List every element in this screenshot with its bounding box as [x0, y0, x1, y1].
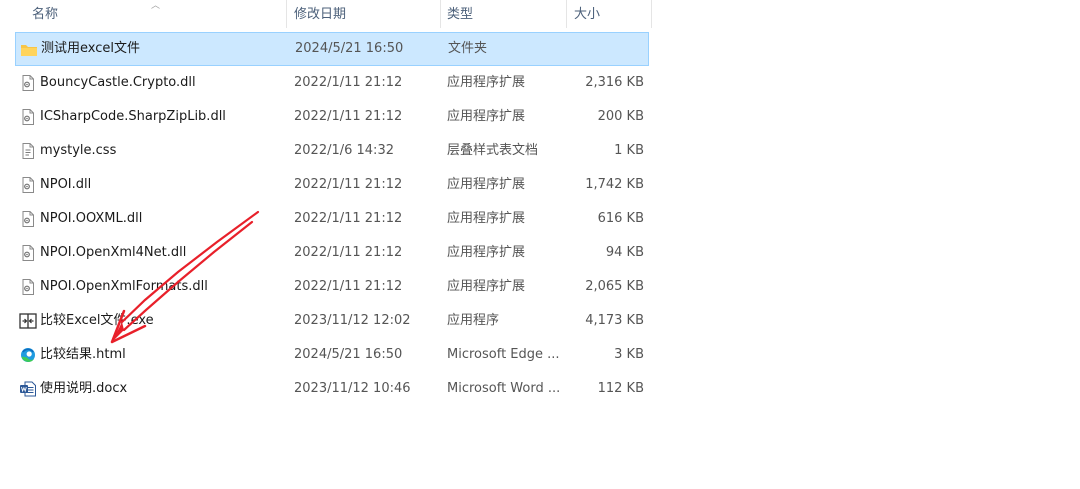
- file-size: 1 KB: [614, 143, 644, 158]
- folder-row[interactable]: 测试用excel文件 2024/5/21 16:50 文件夹: [15, 32, 649, 66]
- file-name: 比较结果.html: [40, 347, 126, 362]
- file-name: NPOI.OOXML.dll: [40, 211, 143, 226]
- file-row[interactable]: NPOI.OpenXml4Net.dll 2022/1/11 21:12 应用程序扩…: [15, 236, 649, 270]
- file-row[interactable]: NPOI.OOXML.dll 2022/1/11 21:12 应用程序扩展 616 K…: [15, 202, 649, 236]
- file-type: 应用程序扩展: [447, 109, 526, 124]
- file-type: 应用程序: [447, 313, 500, 328]
- file-row[interactable]: 使用说明.docx 2023/11/12 10:46 Microsoft Word …: [15, 372, 649, 406]
- file-row[interactable]: NPOI.OpenXmlFormats.dll 2022/1/11 21:12 应用…: [15, 270, 649, 304]
- file-explorer: 名称 ︿ 修改日期 类型 大小 测试用excel文件 2024/5/21 16:5…: [0, 0, 1080, 489]
- file-modified-date: 2022/1/11 21:12: [294, 75, 403, 90]
- file-row[interactable]: 比较Excel文件.exe 2023/11/12 12:02 应用程序 4,173 K…: [15, 304, 649, 338]
- exe-app-icon: [19, 313, 37, 329]
- file-type: 应用程序扩展: [447, 211, 526, 226]
- column-header-bar: 名称 ︿ 修改日期 类型 大小: [0, 0, 652, 30]
- file-size: 1,742 KB: [585, 177, 644, 192]
- sort-ascending-icon: ︿: [151, 1, 161, 11]
- file-name: 使用说明.docx: [40, 381, 128, 396]
- file-size: 200 KB: [597, 109, 644, 124]
- file-modified-date: 2022/1/11 21:12: [294, 279, 403, 294]
- file-row[interactable]: ICSharpCode.SharpZipLib.dll 2022/1/11 21:…: [15, 100, 649, 134]
- file-type: 文件夹: [448, 41, 488, 56]
- file-modified-date: 2022/1/11 21:12: [294, 109, 403, 124]
- file-name: mystyle.css: [40, 143, 117, 158]
- file-row[interactable]: mystyle.css 2022/1/6 14:32 层叠样式表文档 1 KB: [15, 134, 649, 168]
- file-type: Microsoft Edge ...: [447, 347, 560, 362]
- file-modified-date: 2023/11/12 10:46: [294, 381, 411, 396]
- dll-file-icon: [19, 245, 37, 261]
- file-type: 应用程序扩展: [447, 177, 526, 192]
- file-type: Microsoft Word ...: [447, 381, 561, 396]
- file-name: 测试用excel文件: [41, 41, 140, 56]
- column-divider[interactable]: [440, 0, 441, 28]
- file-size: 3 KB: [614, 347, 644, 362]
- column-header-size[interactable]: 大小: [574, 0, 600, 30]
- file-size: 112 KB: [597, 381, 644, 396]
- file-modified-date: 2022/1/11 21:12: [294, 177, 403, 192]
- column-divider[interactable]: [651, 0, 652, 28]
- file-modified-date: 2022/1/11 21:12: [294, 211, 403, 226]
- file-row[interactable]: 比较结果.html 2024/5/21 16:50 Microsoft Edge .…: [15, 338, 649, 372]
- file-row[interactable]: NPOI.dll 2022/1/11 21:12 应用程序扩展 1,742 KB: [15, 168, 649, 202]
- file-size: 616 KB: [597, 211, 644, 226]
- file-type: 应用程序扩展: [447, 75, 526, 90]
- column-header-name[interactable]: 名称: [32, 0, 58, 30]
- file-size: 4,173 KB: [585, 313, 644, 328]
- file-type: 应用程序扩展: [447, 245, 526, 260]
- file-name: 比较Excel文件.exe: [40, 313, 154, 328]
- file-name: BouncyCastle.Crypto.dll: [40, 75, 196, 90]
- folder-icon: [20, 42, 38, 58]
- file-row[interactable]: BouncyCastle.Crypto.dll 2022/1/11 21:12 应用…: [15, 66, 649, 100]
- file-modified-date: 2022/1/6 14:32: [294, 143, 394, 158]
- file-size: 94 KB: [605, 245, 644, 260]
- dll-file-icon: [19, 279, 37, 295]
- file-modified-date: 2024/5/21 16:50: [295, 41, 404, 56]
- file-modified-date: 2024/5/21 16:50: [294, 347, 403, 362]
- dll-file-icon: [19, 109, 37, 125]
- file-size: 2,065 KB: [585, 279, 644, 294]
- file-name: NPOI.OpenXmlFormats.dll: [40, 279, 208, 294]
- file-size: 2,316 KB: [585, 75, 644, 90]
- file-name: NPOI.OpenXml4Net.dll: [40, 245, 187, 260]
- file-modified-date: 2023/11/12 12:02: [294, 313, 411, 328]
- column-divider[interactable]: [286, 0, 287, 28]
- edge-icon: [19, 347, 37, 363]
- dll-file-icon: [19, 177, 37, 193]
- file-type: 层叠样式表文档: [447, 143, 539, 158]
- file-name: ICSharpCode.SharpZipLib.dll: [40, 109, 226, 124]
- column-divider[interactable]: [566, 0, 567, 28]
- word-icon: [19, 381, 37, 397]
- dll-file-icon: [19, 75, 37, 91]
- column-header-type[interactable]: 类型: [447, 0, 473, 30]
- dll-file-icon: [19, 211, 37, 227]
- file-type: 应用程序扩展: [447, 279, 526, 294]
- css-file-icon: [19, 143, 37, 159]
- file-list: 测试用excel文件 2024/5/21 16:50 文件夹 BouncyCastl…: [15, 32, 649, 406]
- file-name: NPOI.dll: [40, 177, 92, 192]
- column-header-date[interactable]: 修改日期: [294, 0, 346, 30]
- file-modified-date: 2022/1/11 21:12: [294, 245, 403, 260]
